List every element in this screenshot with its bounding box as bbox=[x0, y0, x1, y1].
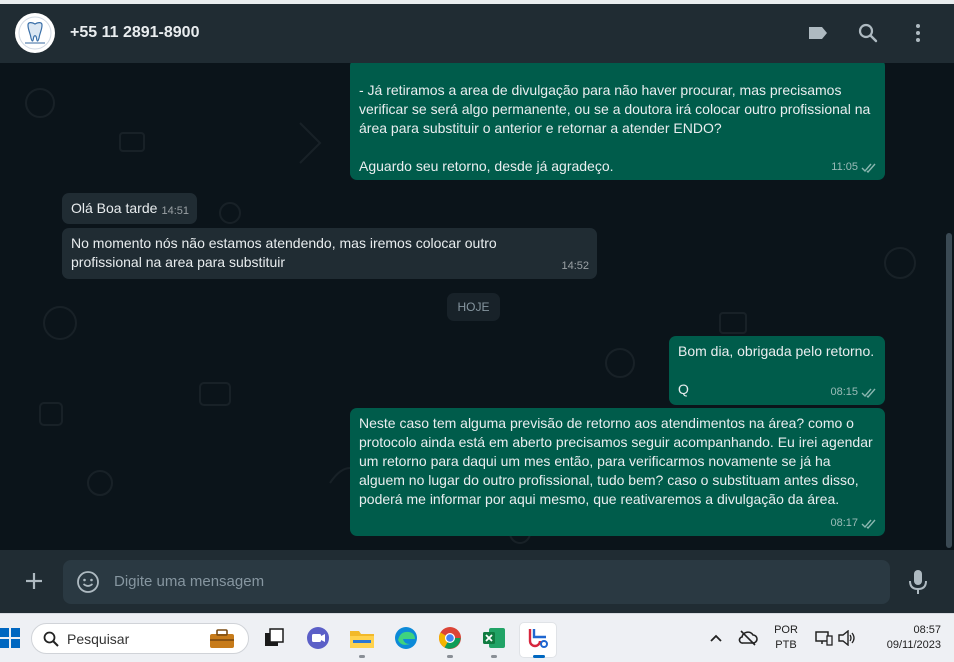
chat-header: +55 11 2891-8900 bbox=[0, 4, 954, 63]
excel-icon[interactable] bbox=[480, 624, 508, 652]
app-running-indicator bbox=[447, 655, 453, 658]
contact-name[interactable]: +55 11 2891-8900 bbox=[70, 24, 199, 42]
language-code: POR bbox=[774, 624, 798, 636]
tooth-logo-icon bbox=[18, 16, 52, 50]
app-running-indicator bbox=[491, 655, 497, 658]
double-check-icon bbox=[861, 519, 876, 529]
emoji-icon[interactable] bbox=[76, 570, 100, 594]
volume-icon[interactable] bbox=[838, 630, 856, 646]
message-outgoing[interactable]: - Já retiramos a area de divulgação para… bbox=[350, 63, 885, 180]
briefcase-icon bbox=[210, 629, 234, 648]
clock[interactable]: 08:57 09/11/2023 bbox=[867, 623, 941, 653]
app-active-indicator bbox=[533, 655, 545, 658]
search-icon bbox=[43, 631, 59, 647]
message-time: 14:52 bbox=[561, 260, 589, 272]
network-icon[interactable] bbox=[815, 630, 833, 646]
microphone-icon[interactable] bbox=[905, 567, 931, 597]
message-text: Neste caso tem alguma previsão de retorn… bbox=[359, 415, 877, 507]
message-meta: 08:15 bbox=[830, 383, 877, 402]
clock-time: 08:57 bbox=[913, 624, 941, 636]
keyboard-layout: PTB bbox=[775, 639, 797, 651]
app-running-indicator bbox=[359, 655, 365, 658]
message-outgoing[interactable]: Neste caso tem alguma previsão de retorn… bbox=[350, 408, 885, 536]
menu-icon[interactable] bbox=[905, 20, 931, 46]
double-check-icon bbox=[861, 388, 876, 398]
snipping-tool-icon[interactable] bbox=[524, 624, 552, 652]
message-input-placeholder: Digite uma mensagem bbox=[114, 573, 265, 590]
message-meta: 11:05 bbox=[831, 158, 877, 177]
message-incoming[interactable]: Olá Boa tarde 14:51 bbox=[62, 193, 197, 224]
chat-scrollbar[interactable] bbox=[946, 233, 952, 548]
search-icon[interactable] bbox=[855, 20, 881, 46]
taskbar-search-label: Pesquisar bbox=[67, 631, 130, 647]
clock-date: 09/11/2023 bbox=[886, 639, 941, 651]
message-meta: 08:17 bbox=[830, 514, 877, 533]
message-meta: 14:52 bbox=[561, 257, 589, 276]
attach-plus-icon[interactable] bbox=[20, 567, 48, 595]
task-view-icon[interactable] bbox=[260, 624, 288, 652]
chevron-up-icon[interactable] bbox=[709, 633, 723, 643]
avatar[interactable] bbox=[15, 13, 55, 53]
edge-icon[interactable] bbox=[392, 624, 420, 652]
chrome-icon[interactable] bbox=[436, 624, 464, 652]
label-icon[interactable] bbox=[805, 20, 831, 46]
message-outgoing[interactable]: Bom dia, obrigada pelo retorno. Q 08:15 bbox=[669, 336, 885, 405]
message-time: 14:51 bbox=[161, 205, 189, 217]
date-divider: HOJE bbox=[447, 293, 500, 321]
chat-area: - Já retiramos a area de divulgação para… bbox=[0, 63, 954, 550]
message-text: No momento nós não estamos atendendo, ma… bbox=[71, 235, 501, 270]
message-meta: 14:51 bbox=[161, 202, 189, 221]
message-time: 11:05 bbox=[831, 161, 858, 173]
message-text: - Já retiramos a area de divulgação para… bbox=[359, 82, 871, 174]
windows-start-icon[interactable] bbox=[0, 628, 20, 648]
cloud-offline-icon[interactable] bbox=[738, 629, 758, 647]
file-explorer-icon[interactable] bbox=[348, 624, 376, 652]
double-check-icon bbox=[861, 163, 876, 173]
taskbar-search[interactable]: Pesquisar bbox=[31, 623, 249, 654]
language-indicator[interactable]: POR PTB bbox=[771, 623, 801, 653]
message-incoming[interactable]: No momento nós não estamos atendendo, ma… bbox=[62, 228, 597, 279]
windows-taskbar: Pesquisar POR PTB 08:57 09/11/2023 bbox=[0, 613, 954, 662]
message-input[interactable]: Digite uma mensagem bbox=[63, 560, 890, 604]
message-time: 08:15 bbox=[830, 386, 858, 398]
teams-icon[interactable] bbox=[304, 624, 332, 652]
message-time: 08:17 bbox=[830, 517, 858, 529]
message-composer: Digite uma mensagem bbox=[0, 550, 954, 613]
